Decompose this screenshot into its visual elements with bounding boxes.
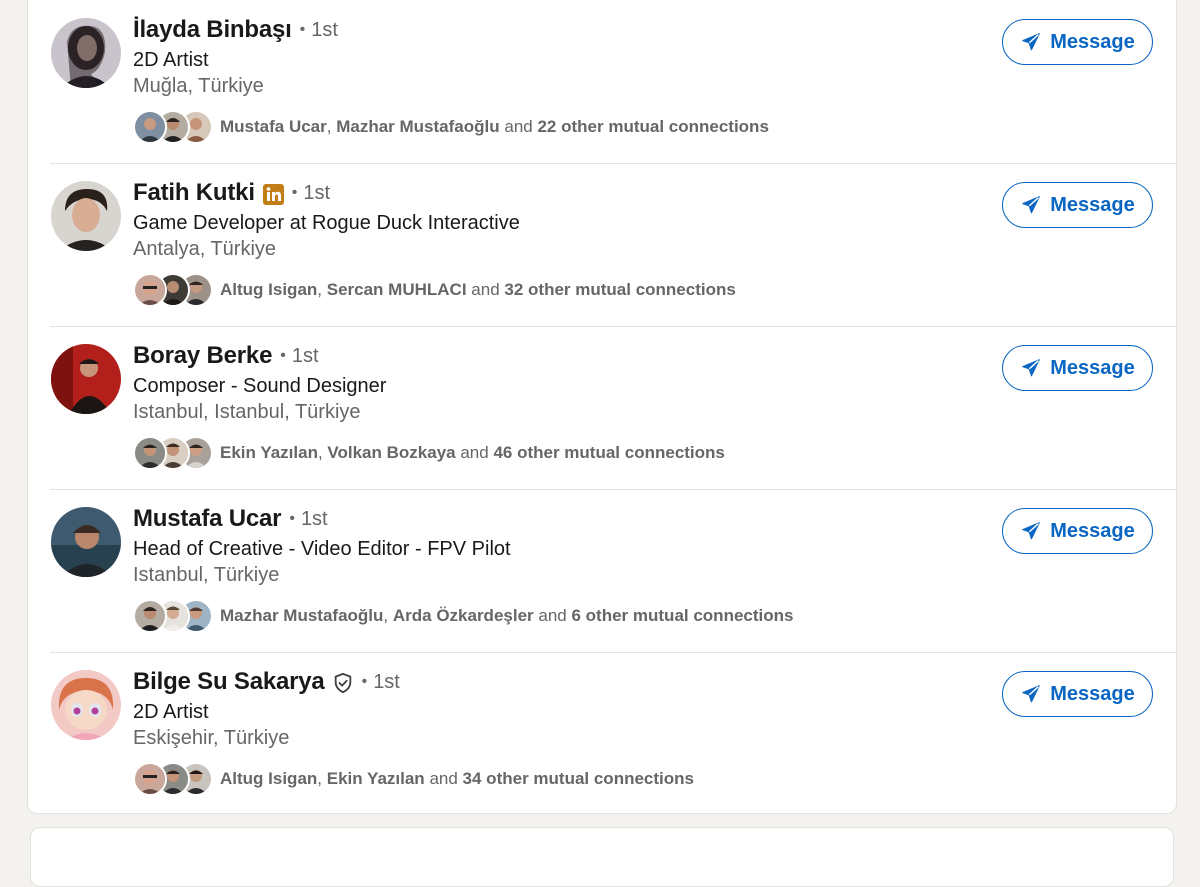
mutual-name[interactable]: Ekin Yazılan <box>327 769 425 788</box>
mutual-connections-text[interactable]: Altug Isigan, Sercan MUHLACI and 32 othe… <box>220 280 736 300</box>
connection-row[interactable]: Boray Berke • 1st Composer - Sound Design… <box>50 326 1177 489</box>
profile-headline: Composer - Sound Designer <box>133 375 387 397</box>
mutual-and: and <box>538 606 567 625</box>
profile-headline: 2D Artist <box>133 49 209 71</box>
profile-avatar[interactable] <box>51 181 121 251</box>
row-divider <box>50 489 1177 490</box>
mutual-avatar <box>133 762 167 796</box>
profile-avatar[interactable] <box>51 18 121 88</box>
row-divider <box>50 326 1177 327</box>
message-button-label: Message <box>1050 30 1135 53</box>
mutual-name[interactable]: Arda Özkardeşler <box>393 606 534 625</box>
connection-degree: • 1st <box>299 18 338 41</box>
connection-degree: • 1st <box>289 507 328 530</box>
row-divider <box>50 163 1177 164</box>
message-button[interactable]: Message <box>1002 182 1153 228</box>
profile-name[interactable]: Boray Berke <box>133 342 272 370</box>
send-icon <box>1022 33 1041 51</box>
profile-avatar[interactable] <box>51 670 121 740</box>
degree-label: 1st <box>303 181 331 204</box>
message-button[interactable]: Message <box>1002 671 1153 717</box>
mutual-avatar <box>133 599 167 633</box>
degree-label: 1st <box>373 670 400 693</box>
send-icon <box>1022 522 1041 540</box>
mutual-connections[interactable]: Mazhar Mustafaoğlu, Arda Özkardeşler and… <box>133 599 793 633</box>
connection-degree: • 1st <box>361 670 400 693</box>
mutual-avatars <box>133 599 215 633</box>
message-button-label: Message <box>1050 193 1135 216</box>
profile-location: Eskişehir, Türkiye <box>133 727 290 749</box>
send-icon <box>1022 359 1041 377</box>
profile-location: Istanbul, Türkiye <box>133 564 280 586</box>
message-button-label: Message <box>1050 519 1135 542</box>
mutual-others[interactable]: 34 other mutual connections <box>463 769 694 788</box>
verified-shield-icon <box>334 672 351 694</box>
mutual-name[interactable]: Volkan Bozkaya <box>327 443 455 462</box>
mutual-others[interactable]: 6 other mutual connections <box>572 606 794 625</box>
connection-row[interactable]: Fatih Kutki • 1st Game Developer at Rogue… <box>50 163 1177 326</box>
mutual-connections-text[interactable]: Mustafa Ucar, Mazhar Mustafaoğlu and 22 … <box>220 117 769 137</box>
message-button[interactable]: Message <box>1002 508 1153 554</box>
message-button-label: Message <box>1050 682 1135 705</box>
profile-avatar[interactable] <box>51 344 121 414</box>
mutual-avatar <box>133 436 167 470</box>
mutual-name[interactable]: Mustafa Ucar <box>220 117 327 136</box>
linkedin-premium-icon <box>262 183 284 205</box>
mutual-avatar <box>133 273 167 307</box>
connection-row[interactable]: Mustafa Ucar • 1st Head of Creative - Vid… <box>50 489 1177 652</box>
mutual-connections[interactable]: Ekin Yazılan, Volkan Bozkaya and 46 othe… <box>133 436 725 470</box>
next-card <box>30 827 1174 887</box>
message-button[interactable]: Message <box>1002 19 1153 65</box>
mutual-and: and <box>471 280 500 299</box>
mutual-and: and <box>460 443 489 462</box>
degree-label: 1st <box>300 507 328 530</box>
profile-name[interactable]: İlayda Binbaşı <box>133 16 292 44</box>
mutual-others[interactable]: 46 other mutual connections <box>493 443 724 462</box>
connection-degree: • 1st <box>280 344 319 367</box>
profile-headline: Head of Creative - Video Editor - FPV Pi… <box>133 538 511 560</box>
row-divider <box>50 652 1177 653</box>
message-button-label: Message <box>1050 356 1135 379</box>
mutual-others[interactable]: 32 other mutual connections <box>504 280 735 299</box>
profile-headline: 2D Artist <box>133 701 209 723</box>
mutual-connections[interactable]: Mustafa Ucar, Mazhar Mustafaoğlu and 22 … <box>133 110 769 144</box>
profile-name[interactable]: Fatih Kutki <box>133 179 255 207</box>
mutual-connections[interactable]: Altug Isigan, Sercan MUHLACI and 32 othe… <box>133 273 736 307</box>
send-icon <box>1022 196 1041 214</box>
mutual-avatars <box>133 110 215 144</box>
connection-row[interactable]: Bilge Su Sakarya • 1st 2D Artist Eskişehi… <box>50 652 1177 815</box>
mutual-name[interactable]: Mazhar Mustafaoğlu <box>220 606 383 625</box>
mutual-name[interactable]: Sercan MUHLACI <box>327 280 467 299</box>
profile-avatar[interactable] <box>51 507 121 577</box>
mutual-avatar <box>133 110 167 144</box>
message-button[interactable]: Message <box>1002 345 1153 391</box>
mutual-and: and <box>429 769 458 788</box>
mutual-name[interactable]: Mazhar Mustafaoğlu <box>336 117 499 136</box>
connection-degree: • 1st <box>291 181 331 204</box>
mutual-and: and <box>504 117 533 136</box>
profile-headline: Game Developer at Rogue Duck Interactive <box>133 212 520 234</box>
mutual-others[interactable]: 22 other mutual connections <box>537 117 768 136</box>
mutual-avatars <box>133 273 215 307</box>
mutual-connections[interactable]: Altug Isigan, Ekin Yazılan and 34 other … <box>133 762 694 796</box>
mutual-name[interactable]: Ekin Yazılan <box>220 443 318 462</box>
mutual-connections-text[interactable]: Altug Isigan, Ekin Yazılan and 34 other … <box>220 769 694 789</box>
mutual-name[interactable]: Altug Isigan <box>220 769 317 788</box>
send-icon <box>1022 685 1041 703</box>
degree-label: 1st <box>311 18 338 41</box>
profile-name[interactable]: Bilge Su Sakarya <box>133 668 325 696</box>
mutual-connections-text[interactable]: Ekin Yazılan, Volkan Bozkaya and 46 othe… <box>220 443 725 463</box>
mutual-avatars <box>133 436 215 470</box>
degree-label: 1st <box>291 344 319 367</box>
profile-name[interactable]: Mustafa Ucar <box>133 505 282 533</box>
mutual-connections-text[interactable]: Mazhar Mustafaoğlu, Arda Özkardeşler and… <box>220 606 793 626</box>
mutual-name[interactable]: Altug Isigan <box>220 280 317 299</box>
connection-row[interactable]: İlayda Binbaşı • 1st 2D Artist Muğla, Tür… <box>50 0 1177 163</box>
mutual-avatars <box>133 762 215 796</box>
profile-location: Muğla, Türkiye <box>133 75 264 97</box>
profile-location: Istanbul, Istanbul, Türkiye <box>133 401 361 423</box>
profile-location: Antalya, Türkiye <box>133 238 277 260</box>
